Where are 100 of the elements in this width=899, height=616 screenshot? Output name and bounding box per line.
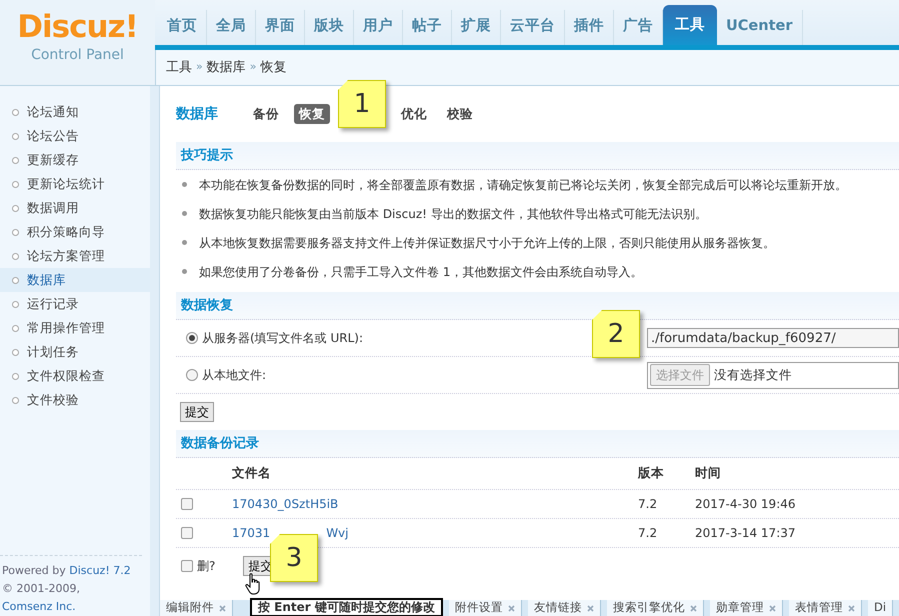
sidebar-item-label: 文件权限检查	[27, 366, 105, 385]
tip-text: 从本地恢复数据需要服务器支持文件上传并保证数据尺寸小于允许上传的上限，否则只能使用从服务器恢复。	[199, 234, 775, 252]
bullet-icon	[12, 348, 19, 356]
sidebar-item-label: 常用操作管理	[27, 318, 105, 337]
radio-button[interactable]	[186, 369, 198, 381]
sidebar-item-label: 数据调用	[27, 198, 79, 217]
version-cell: 7.2	[638, 526, 658, 540]
footer-link[interactable]: Discuz! 7.2	[69, 564, 131, 577]
bottom-tab[interactable]: 搜索引擎优化	[607, 600, 704, 616]
close-icon[interactable]	[219, 604, 226, 612]
sidebar-item[interactable]: 更新论坛统计	[0, 172, 150, 196]
section-header: 数据备份记录	[176, 430, 899, 458]
bottom-tab[interactable]: 勋章管理	[710, 600, 783, 616]
sidebar-item-label: 积分策略向导	[27, 222, 105, 241]
bullet-icon	[12, 132, 19, 140]
file-name-link[interactable]: 17031	[232, 524, 270, 542]
sub-tab[interactable]: 备份	[248, 104, 284, 124]
sidebar-item[interactable]: 常用操作管理	[0, 316, 150, 340]
sidebar-item[interactable]: 数据库	[0, 268, 150, 292]
bullet-icon	[182, 182, 187, 187]
bullet-icon	[12, 108, 19, 116]
checkbox[interactable]	[181, 498, 193, 510]
submit-button[interactable]: 提交	[180, 402, 214, 422]
section-header: 数据恢复	[176, 292, 899, 320]
delete-label: 删?	[197, 558, 216, 575]
bullet-icon	[182, 269, 187, 274]
footer-link[interactable]: Comsenz Inc.	[2, 600, 76, 613]
time-cell: 2017-3-14 17:37	[695, 526, 796, 540]
nav-tab[interactable]: 工具	[663, 5, 717, 45]
bullet-icon	[12, 300, 19, 308]
footer-text: Powered by	[2, 564, 67, 577]
sub-tab[interactable]: 恢复	[294, 104, 330, 124]
close-icon[interactable]	[769, 604, 776, 612]
tip-text: 本功能在恢复备份数据的同时，将全部覆盖原有数据，请确定恢复前已将论坛关闭，恢复全部完成后可以将论坛重新开放。	[199, 176, 847, 194]
option-label: 从本地文件:	[202, 367, 266, 384]
tip-text: 数据恢复功能只能恢复由当前版本 Discuz! 导出的数据文件，其他软件导出格式可能无法识别。	[199, 206, 707, 222]
breadcrumb-separator: »	[250, 59, 256, 76]
logo-subtitle: Control Panel	[31, 46, 124, 65]
bullet-icon	[12, 276, 19, 284]
hand-cursor-icon	[245, 573, 261, 595]
file-field[interactable]: 选择文件 没有选择文件	[647, 362, 899, 388]
file-status: 没有选择文件	[714, 366, 792, 384]
bottom-tab-label: Di	[874, 599, 886, 616]
column-header: 文件名	[232, 464, 271, 482]
bottom-tab-label: 勋章管理	[716, 599, 764, 616]
tooltip: 按 Enter 键可随时提交您的修改	[250, 598, 443, 616]
file-name-link[interactable]: Wvj	[326, 524, 348, 542]
sidebar-item-label: 计划任务	[27, 342, 79, 361]
option-label: 从服务器(填写文件名或 URL):	[202, 330, 364, 347]
bullet-icon	[182, 240, 187, 245]
close-icon[interactable]	[690, 604, 697, 612]
checkbox[interactable]	[181, 527, 193, 539]
section-header: 技巧提示	[176, 142, 899, 170]
file-name-link[interactable]: 170430_0SztH5iB	[232, 495, 338, 513]
sidebar-item[interactable]: 更新缓存	[0, 148, 150, 172]
bullet-icon	[12, 252, 19, 260]
callout-note: 1	[338, 80, 386, 128]
close-icon[interactable]	[587, 604, 594, 612]
sidebar-item-label: 更新论坛统计	[27, 174, 105, 193]
checkbox[interactable]	[181, 560, 193, 572]
bullet-icon	[12, 180, 19, 188]
bullet-icon	[12, 204, 19, 212]
sidebar-item[interactable]: 论坛方案管理	[0, 244, 150, 268]
bottom-tab[interactable]: 友情链接	[528, 600, 601, 616]
sidebar-item[interactable]: 积分策略向导	[0, 220, 150, 244]
bullet-icon	[12, 396, 19, 404]
bullet-icon	[12, 324, 19, 332]
close-icon[interactable]	[848, 604, 855, 612]
bottom-tab-label: 友情链接	[534, 599, 582, 616]
bottom-tab[interactable]: Di	[868, 600, 894, 616]
sub-tab[interactable]: 校验	[442, 104, 478, 124]
sidebar-item[interactable]: 文件权限检查	[0, 364, 150, 388]
sidebar-item[interactable]: 论坛公告	[0, 124, 150, 148]
breadcrumb-item: 恢复	[260, 58, 286, 77]
bottom-tab-label: 搜索引擎优化	[613, 599, 685, 616]
sidebar-item[interactable]: 运行记录	[0, 292, 150, 316]
column-header: 版本	[638, 465, 664, 480]
sidebar-item-label: 论坛公告	[27, 126, 79, 145]
path-field[interactable]: ./forumdata/backup_f60927/	[647, 328, 899, 348]
bullet-icon	[12, 372, 19, 380]
bottom-tab[interactable]: 表情管理	[789, 600, 862, 616]
bottom-tab[interactable]: 附件设置	[449, 600, 522, 616]
page-title: 数据库	[176, 104, 218, 124]
callout-note: 3	[270, 534, 318, 582]
sidebar-item[interactable]: 数据调用	[0, 196, 150, 220]
sidebar-item[interactable]: 文件校验	[0, 388, 150, 412]
close-icon[interactable]	[508, 604, 515, 612]
breadcrumb-separator: »	[196, 59, 203, 76]
breadcrumb-item: 工具	[166, 58, 192, 77]
bullet-icon	[12, 156, 19, 164]
sidebar-item[interactable]: 计划任务	[0, 340, 150, 364]
breadcrumb-item: 数据库	[206, 58, 246, 77]
sub-tab[interactable]: 优化	[396, 104, 432, 124]
sidebar-item-label: 文件校验	[27, 390, 79, 409]
radio-button[interactable]	[186, 332, 198, 344]
callout-note: 2	[592, 310, 640, 358]
version-cell: 7.2	[638, 497, 658, 511]
sidebar-item-label: 运行记录	[27, 294, 79, 313]
sidebar-item[interactable]: 论坛通知	[0, 100, 150, 124]
bottom-tab[interactable]: 编辑附件	[160, 600, 233, 616]
